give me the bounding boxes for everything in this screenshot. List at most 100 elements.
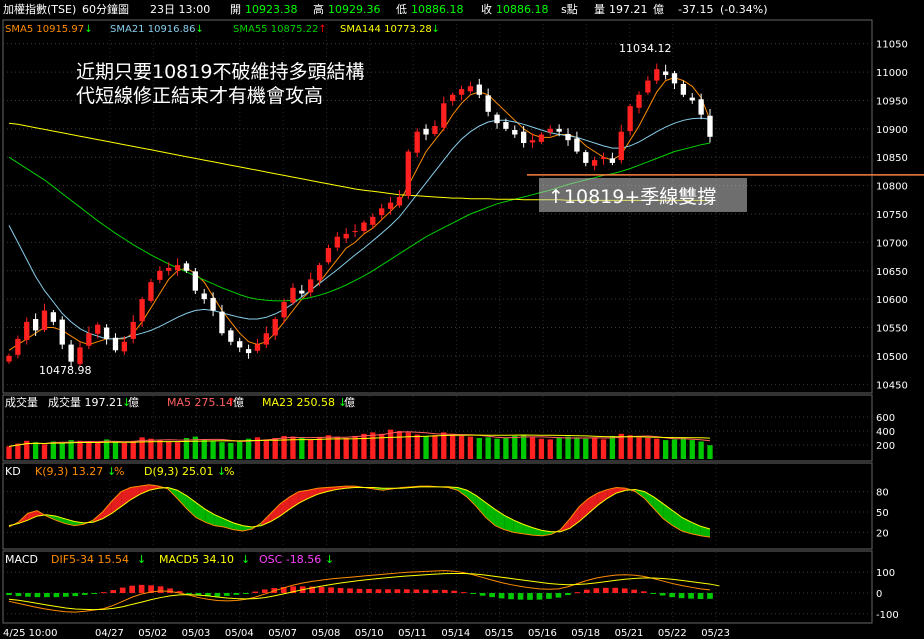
candle-body [139,299,145,322]
candle-body [529,140,536,143]
candle-body [316,265,323,281]
osc-bar [72,593,79,597]
time-tick-label: 05/22 [658,628,687,639]
volume-bar [334,436,340,459]
volume-tick-label: 600 [876,413,895,424]
volume-bar [95,442,101,459]
candle-body [405,151,411,196]
macd-bars [6,570,720,613]
kd-axis: 80 50 20 [876,488,889,540]
osc-bar [441,589,448,593]
osc-bar [404,589,410,593]
price-tick-label: 10500 [876,352,908,363]
price-legend-arrow: ↓ [195,24,203,35]
volume-bar [609,435,616,459]
price-legend-arrow: ↓ [432,24,440,35]
volume-bar [308,439,314,459]
osc-bar [138,584,145,593]
osc-bar [252,591,259,593]
header-low: 10886.18 [411,3,464,16]
candle-body [556,128,562,132]
kd-panel-frame [2,462,873,550]
volume-bar [600,439,607,459]
macd-tick-label: -100 [876,610,899,621]
header-interval: 60分鐘圖 [82,2,129,16]
volume-bar [352,435,358,459]
candle-body [636,94,642,108]
volume-legend-ma23: MA23 250.58 [262,396,335,409]
volume-bar [370,432,376,459]
volume-bar [361,433,367,459]
support-annotation-text: ↑10819+季線雙撐 [548,186,716,208]
osc-bar [394,589,401,593]
osc-bar [460,592,467,594]
time-tick-label: 05/15 [485,628,514,639]
volume-bar [565,436,571,459]
time-tick-label: 4/25 10:00 [3,628,57,639]
macd-legend-dif-arrow: ↓ [137,553,146,566]
volume-bar [15,443,21,459]
volume-bar [476,438,482,459]
volume-legend-v1-unit: 億 [128,396,139,409]
time-tick-label: 04/27 [95,628,124,639]
osc-bar [669,593,675,598]
candle-body [379,208,385,216]
candle-body [130,321,136,339]
candle-body [583,152,589,163]
volume-legend-v1: 成交量 197.21 [48,395,123,409]
candle-body [654,69,660,81]
volume-bar [636,437,642,459]
price-tick-label: 10650 [876,267,908,278]
macd-legend-osc: OSC -18.56 [259,553,321,566]
candle-body [166,267,172,271]
kd-tick-label: 50 [876,508,889,519]
header-vol-label: 量 [594,3,605,16]
volume-tick-label: 400 [876,427,895,438]
volume-bar [86,442,92,459]
osc-bar [536,593,543,600]
price-tick-label: 10700 [876,238,908,249]
time-tick-label: 05/18 [571,628,600,639]
price-tick-label: 10900 [876,125,908,136]
macd-legend-osc-arrow: ↓ [325,553,334,566]
time-tick-label: 05/11 [398,628,427,639]
osc-bar [385,589,391,593]
volume-bar [467,436,474,459]
candle-body [272,319,278,336]
candle-body [396,196,403,206]
candle-body [68,344,74,362]
candle-body [512,129,518,135]
volume-bar [41,444,48,459]
candle-body [219,311,225,334]
osc-bar [659,593,666,596]
sma55-line [8,142,711,302]
osc-bar [167,588,173,593]
header-change: -37.15 [678,3,713,16]
candle-body [698,99,704,115]
header-vol: 197.21 [609,3,648,16]
volume-bar [529,437,536,459]
volume-bar [272,438,278,459]
annotation-line-2: 代短線修正結束才有機會攻高 [76,85,323,107]
candle-body [192,271,199,291]
volume-bar [556,438,562,459]
time-tick-label: 05/03 [182,628,211,639]
volume-bar [228,442,234,459]
time-tick-label: 05/10 [355,628,384,639]
time-tick-label: 05/02 [138,628,167,639]
volume-bar [210,440,216,459]
candle-body [32,319,39,331]
osc-bar [470,593,477,594]
volume-bar [485,437,491,459]
header-datetime: 23日 13:00 [150,3,210,16]
price-tick-label: 10450 [876,380,908,391]
candle-body [6,355,12,362]
time-tick-label: 05/08 [312,628,341,639]
candle-body [290,287,296,303]
candle-body [343,233,349,239]
volume-bar [299,438,305,459]
osc-bar [34,593,41,598]
candle-body [591,160,598,166]
volume-bar [281,435,287,459]
candle-body [520,131,527,144]
